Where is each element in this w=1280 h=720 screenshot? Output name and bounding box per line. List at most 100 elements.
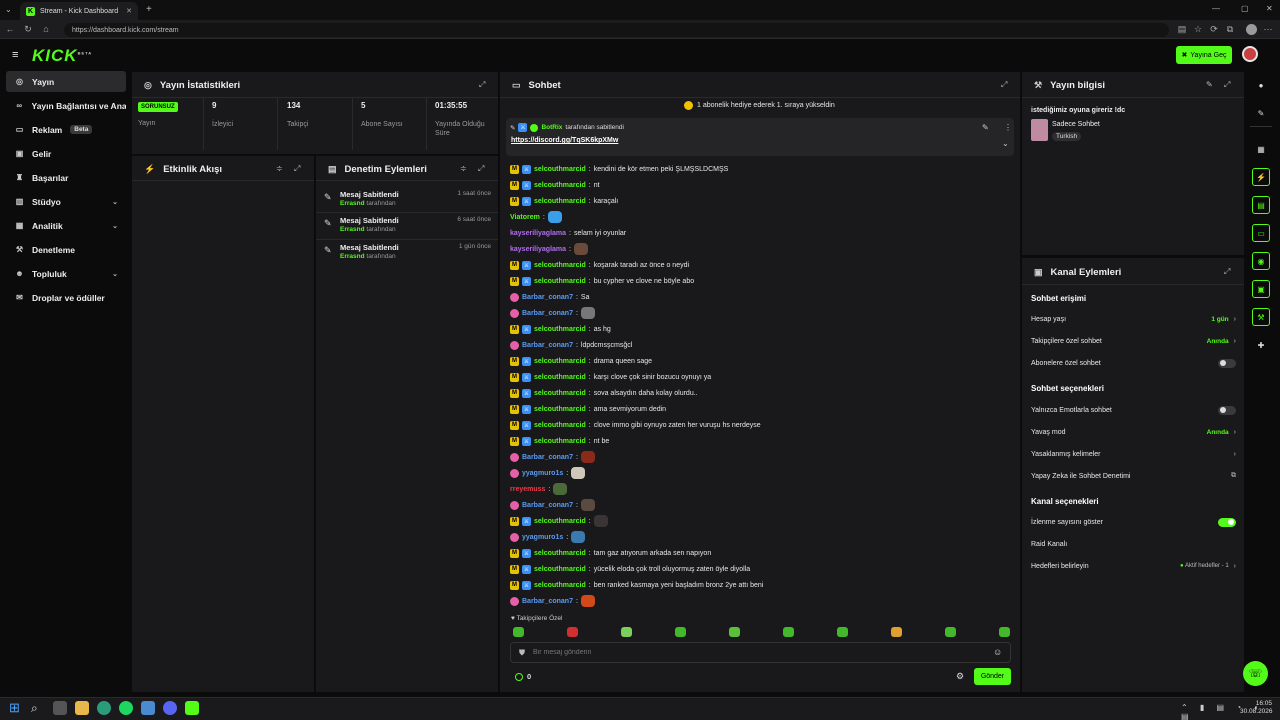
sidebar-item-analytics[interactable]: ▦ Analitik ⌄ — [6, 215, 126, 236]
maximize-button[interactable]: ▢ — [1241, 4, 1249, 13]
search-icon[interactable]: ⌕ — [31, 701, 45, 715]
chat-username[interactable]: selcouthmarcid — [534, 182, 586, 189]
task-view-icon[interactable] — [53, 701, 67, 715]
emote-icon[interactable] — [945, 627, 956, 637]
stream-preview-icon[interactable]: ◉ — [1252, 252, 1270, 270]
file-explorer-icon[interactable] — [75, 701, 89, 715]
chat-username[interactable]: selcouthmarcid — [534, 326, 586, 333]
kick-app-icon[interactable] — [185, 701, 199, 715]
emote-icon[interactable] — [567, 627, 578, 637]
sidebar-item-stream-key[interactable]: ∞ Yayın Bağlantısı ve Anahtarı — [6, 95, 126, 116]
chat-username[interactable]: selcouthmarcid — [534, 422, 586, 429]
emote-icon[interactable] — [729, 627, 740, 637]
sidebar-item-community[interactable]: ☻ Topluluk ⌄ — [6, 263, 126, 284]
expand-icon[interactable]: ⤢ — [1001, 80, 1007, 90]
chat-username[interactable]: selcouthmarcid — [534, 278, 586, 285]
sidebar-item-ads[interactable]: ▭ Reklam Beta — [6, 119, 126, 140]
chat-username[interactable]: selcouthmarcid — [534, 390, 586, 397]
windows-start-icon[interactable]: ⊞ — [9, 701, 23, 715]
sidebar-item-stream[interactable]: ◎ Yayın — [6, 71, 126, 92]
emote-icon[interactable] — [891, 627, 902, 637]
moderation-log-icon[interactable]: ▤ — [1252, 196, 1270, 214]
support-chat-icon[interactable]: ☏ — [1243, 661, 1268, 686]
chat-username[interactable]: yyagmuro1s — [522, 534, 563, 541]
emote-icon[interactable] — [999, 627, 1010, 637]
moderation-event[interactable]: ✎ Mesaj Sabitlendi Errasnd tarafından 1 gün… — [324, 243, 494, 269]
chat-username[interactable]: Barbar_conan7 — [522, 454, 573, 461]
expand-icon[interactable]: ⤢ — [294, 164, 300, 174]
pinned-more-icon[interactable]: ⋮ — [1004, 123, 1012, 132]
wrench-icon[interactable]: ⚒ — [1252, 308, 1270, 326]
account-age-row[interactable]: Hesap yaşı 1 gün › — [1031, 312, 1236, 326]
ai-moderation-row[interactable]: Yapay Zeka ile Sohbet Denetimi ⧉ — [1031, 469, 1236, 483]
new-tab-button[interactable]: + — [146, 4, 152, 15]
sidebar-item-studio[interactable]: ▥ Stüdyo ⌄ — [6, 191, 126, 212]
tab-close-icon[interactable]: ✕ — [126, 7, 132, 15]
chat-username[interactable]: selcouthmarcid — [534, 166, 586, 173]
favorite-star-icon[interactable]: ☆ — [1192, 23, 1204, 35]
chat-username[interactable]: selcouthmarcid — [534, 566, 586, 573]
sidebar-item-revenue[interactable]: ▣ Gelir — [6, 143, 126, 164]
chat-username[interactable]: Viatorem — [510, 214, 540, 221]
expand-icon[interactable]: ⤢ — [1224, 80, 1230, 90]
chat-username[interactable]: selcouthmarcid — [534, 438, 586, 445]
info-icon[interactable]: ● — [1252, 76, 1270, 94]
goals-row[interactable]: Hedefleri belirleyin ● Aktif hedefler - 1… — [1031, 559, 1236, 573]
window-close-button[interactable]: ✕ — [1266, 4, 1273, 13]
emote-icon[interactable] — [513, 627, 524, 637]
chat-username[interactable]: Barbar_conan7 — [522, 342, 573, 349]
subs-only-toggle[interactable] — [1218, 358, 1236, 368]
minimize-button[interactable]: — — [1212, 4, 1220, 13]
profile-avatar[interactable] — [1246, 24, 1257, 35]
activity-icon[interactable]: ⚡ — [1252, 168, 1270, 186]
chat-settings-gear-icon[interactable]: ⚙ — [956, 671, 964, 682]
edit-icon[interactable]: ✎ — [1206, 80, 1213, 89]
show-views-toggle[interactable] — [1218, 517, 1236, 527]
slow-mode-row[interactable]: Yavaş mod Anında › — [1031, 425, 1236, 439]
emoji-icon[interactable]: ☺ — [993, 647, 1002, 657]
go-live-button[interactable]: ✖ Yayına Geç — [1176, 46, 1232, 64]
expand-icon[interactable]: ⤢ — [479, 80, 485, 90]
banned-words-row[interactable]: Yasaklanmış kelimeler › — [1031, 447, 1236, 461]
chat-username[interactable]: kayseriliyaglama — [510, 230, 566, 237]
chat-username[interactable]: selcouthmarcid — [534, 406, 586, 413]
home-icon[interactable]: ⌂ — [40, 23, 52, 35]
spotify-icon[interactable] — [119, 701, 133, 715]
chat-username[interactable]: selcouthmarcid — [534, 518, 586, 525]
chat-username[interactable]: selcouthmarcid — [534, 262, 586, 269]
chat-username[interactable]: Barbar_conan7 — [522, 294, 573, 301]
chat-username[interactable]: kayseriliyaglama — [510, 246, 566, 253]
send-button[interactable]: Gönder — [974, 668, 1011, 685]
kick-logo[interactable]: KICKBETA — [32, 46, 92, 66]
reload-icon[interactable]: ↻ — [22, 23, 34, 35]
emote-icon[interactable] — [837, 627, 848, 637]
chat-username[interactable]: selcouthmarcid — [534, 374, 586, 381]
chat-username[interactable]: yyagmuro1s — [522, 470, 563, 477]
chat-username[interactable]: selcouthmarcid — [534, 358, 586, 365]
chat-username[interactable]: selcouthmarcid — [534, 198, 586, 205]
user-avatar[interactable] — [1242, 46, 1258, 62]
category-name[interactable]: Sadece Sohbet — [1052, 121, 1100, 128]
raid-row[interactable]: Raid Kanalı — [1031, 537, 1236, 551]
stats-icon[interactable]: ▦ — [1252, 140, 1270, 158]
edit-layout-icon[interactable]: ✎ — [1252, 104, 1270, 122]
chat-username[interactable]: selcouthmarcid — [534, 582, 586, 589]
discord-icon[interactable] — [163, 701, 177, 715]
tab-list-icon[interactable]: ⌄ — [5, 5, 12, 14]
filter-icon[interactable]: ≑ — [460, 164, 467, 173]
url-field[interactable]: https://dashboard.kick.com/stream — [64, 23, 1169, 37]
chat-username[interactable]: rreyemuss — [510, 486, 545, 493]
event-user[interactable]: Errasnd — [340, 200, 365, 207]
menu-icon[interactable]: ≡ — [12, 49, 18, 61]
chat-icon[interactable]: ▭ — [1252, 224, 1270, 242]
reader-icon[interactable]: ▤ — [1176, 23, 1188, 35]
pinned-link[interactable]: https://discord.gg/TqSK6kpXMw — [511, 137, 618, 144]
chevron-down-icon[interactable]: ⌄ — [1002, 139, 1009, 148]
chat-username[interactable]: selcouthmarcid — [534, 550, 586, 557]
back-icon[interactable]: ← — [4, 23, 16, 35]
sidebar-item-achievements[interactable]: ♜ Başarılar — [6, 167, 126, 188]
sidebar-item-drops[interactable]: ✉ Droplar ve ödüller — [6, 287, 126, 308]
clock[interactable]: 16:05 30.08.2026 — [1240, 700, 1273, 716]
pinned-user[interactable]: BotRix — [541, 124, 562, 131]
collections-icon[interactable]: ⧉ — [1224, 23, 1236, 35]
